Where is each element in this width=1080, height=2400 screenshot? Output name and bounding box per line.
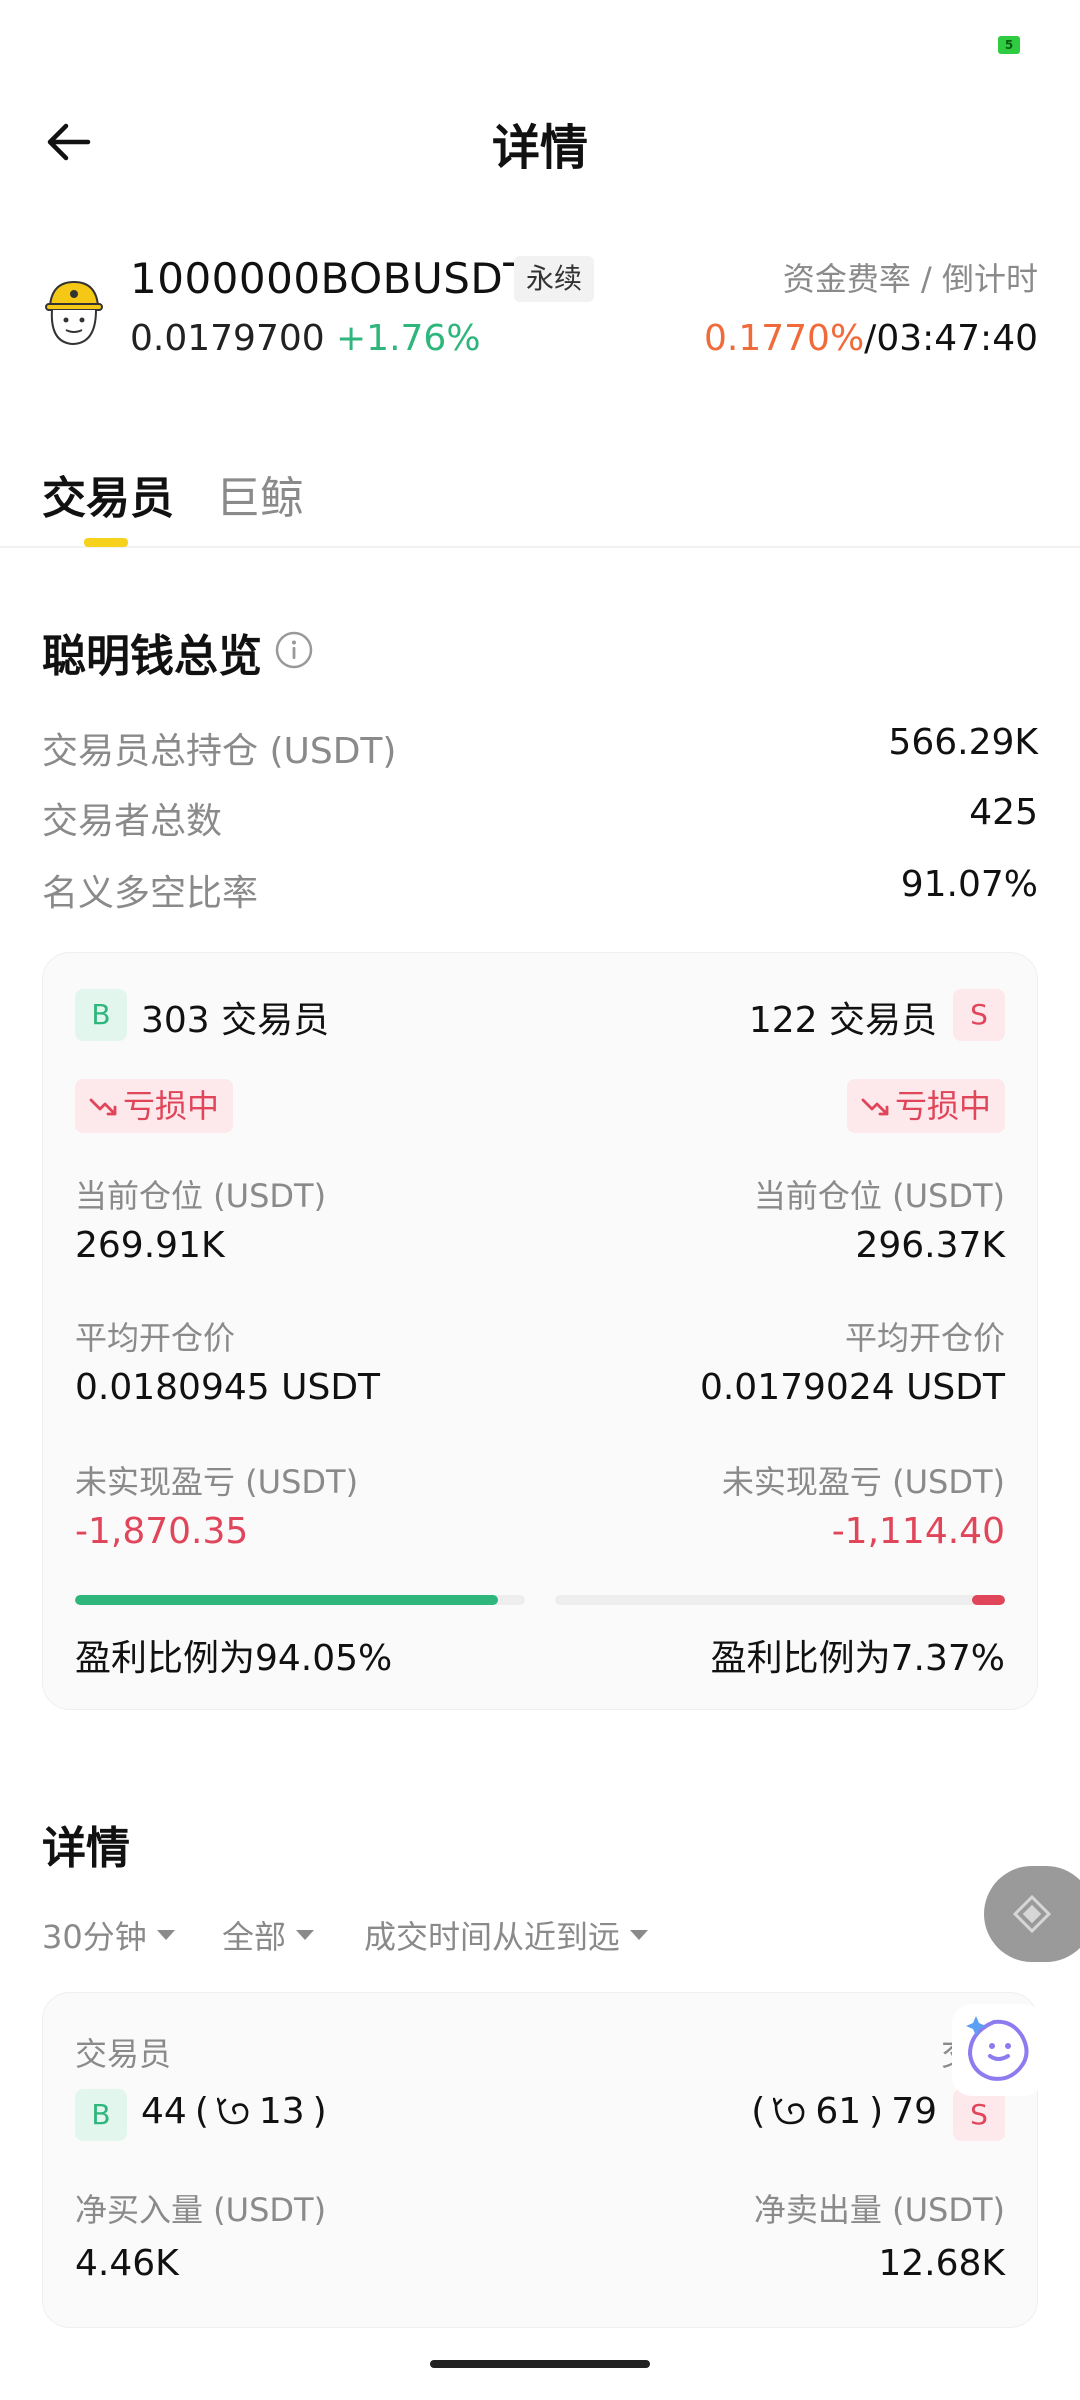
buy-badge: B bbox=[75, 989, 127, 1041]
filter-timeframe-label: 30分钟 bbox=[42, 1918, 147, 1956]
short-position-label: 当前仓位 (USDT) bbox=[753, 1177, 1005, 1215]
funding-countdown: 03:47:40 bbox=[876, 318, 1038, 359]
long-profit-bar-fill bbox=[75, 1595, 499, 1605]
buy-badge: B bbox=[75, 2089, 127, 2141]
battery-icon: 5 bbox=[998, 36, 1020, 54]
paren-open: ( bbox=[194, 2091, 209, 2132]
buy-whale-count: 13 bbox=[258, 2091, 305, 2132]
details-card[interactable]: 交易员 交易 B 44 ( 13 ) S ( 61 ) 79 净买入量 (USD… bbox=[42, 1992, 1038, 2328]
short-profit-bar-fill bbox=[971, 1595, 1005, 1605]
home-indicator bbox=[430, 2360, 650, 2368]
trader-count-value: 425 bbox=[969, 792, 1038, 833]
page-title: 详情 bbox=[491, 120, 588, 176]
filter-sort-label: 成交时间从近到远 bbox=[364, 1918, 621, 1956]
sell-whale-count: 61 bbox=[815, 2091, 862, 2132]
sell-trader-summary: ( 61 ) 79 bbox=[751, 2091, 937, 2132]
trend-down-icon bbox=[89, 1098, 117, 1116]
whale-icon bbox=[773, 2097, 805, 2124]
long-avg-price-value: 0.0180945 USDT bbox=[75, 1367, 381, 1408]
long-pnl-label: 未实现盈亏 (USDT) bbox=[75, 1463, 359, 1501]
traders-label-left: 交易员 bbox=[75, 2035, 172, 2073]
short-position-value: 296.37K bbox=[855, 1225, 1005, 1266]
short-trader-count: 122 交易员 bbox=[748, 1000, 937, 1041]
tab-traders[interactable]: 交易员 bbox=[42, 462, 174, 526]
chevron-down-icon bbox=[630, 1930, 649, 1940]
paren-close: ) bbox=[312, 2091, 327, 2132]
chevron-down-icon bbox=[156, 1930, 175, 1940]
buy-count: 44 bbox=[141, 2091, 187, 2132]
whale-icon bbox=[216, 2097, 249, 2124]
long-profit-bar bbox=[75, 1595, 525, 1605]
short-profit-bar bbox=[555, 1595, 1005, 1605]
long-position-label: 当前仓位 (USDT) bbox=[75, 1177, 327, 1215]
funding-separator: / bbox=[864, 318, 877, 359]
filter-timeframe[interactable]: 30分钟 bbox=[42, 1912, 175, 1958]
tab-active-indicator bbox=[84, 538, 128, 547]
trend-down-icon bbox=[861, 1098, 889, 1116]
token-avatar bbox=[42, 276, 106, 350]
net-buy-label: 净买入量 (USDT) bbox=[75, 2191, 327, 2229]
trader-count-label: 交易者总数 bbox=[42, 801, 223, 842]
filter-scope[interactable]: 全部 bbox=[222, 1912, 315, 1958]
tab-whales[interactable]: 巨鲸 bbox=[216, 462, 304, 526]
long-short-ratio-label: 名义多空比率 bbox=[42, 873, 259, 914]
funding-value: 0.1770%/03:47:40 bbox=[704, 318, 1038, 359]
sell-count: 79 bbox=[891, 2091, 937, 2132]
funding-rate: 0.1770% bbox=[704, 318, 865, 359]
short-status-text: 亏损中 bbox=[894, 1087, 991, 1125]
instrument-symbol: 1000000BOBUSDT bbox=[130, 254, 530, 303]
floating-exchange-button[interactable] bbox=[984, 1866, 1080, 1962]
long-short-card: B 303 交易员 亏损中 当前仓位 (USDT) 269.91K 平均开仓价 … bbox=[42, 952, 1038, 1710]
overview-title: 聪明钱总览 bbox=[42, 631, 262, 682]
short-profit-ratio: 盈利比例为7.37% bbox=[710, 1638, 1005, 1679]
buy-trader-summary: 44 ( 13 ) bbox=[141, 2091, 327, 2132]
net-sell-label: 净卖出量 (USDT) bbox=[753, 2191, 1005, 2229]
long-status-text: 亏损中 bbox=[123, 1087, 220, 1125]
contract-type-badge: 永续 bbox=[514, 256, 595, 302]
details-title: 详情 bbox=[42, 1823, 130, 1874]
short-pnl-label: 未实现盈亏 (USDT) bbox=[721, 1463, 1005, 1501]
long-short-ratio-value: 91.07% bbox=[900, 864, 1038, 905]
long-avg-price-label: 平均开仓价 bbox=[75, 1319, 236, 1357]
ai-assistant-button[interactable] bbox=[950, 2002, 1046, 2098]
long-pnl-value: -1,870.35 bbox=[75, 1511, 249, 1552]
long-profit-ratio: 盈利比例为94.05% bbox=[75, 1638, 393, 1679]
sell-badge: S bbox=[953, 989, 1005, 1041]
net-sell-value: 12.68K bbox=[878, 2243, 1005, 2284]
net-buy-value: 4.46K bbox=[75, 2243, 179, 2284]
chevron-down-icon bbox=[296, 1930, 315, 1940]
long-status-badge: 亏损中 bbox=[75, 1079, 234, 1133]
total-position-value: 566.29K bbox=[888, 722, 1038, 763]
funding-label: 资金费率 / 倒计时 bbox=[782, 260, 1038, 298]
tab-divider bbox=[0, 546, 1080, 548]
filter-sort[interactable]: 成交时间从近到远 bbox=[364, 1912, 649, 1958]
last-price: 0.0179700 bbox=[130, 318, 325, 359]
short-status-badge: 亏损中 bbox=[846, 1079, 1005, 1133]
short-pnl-value: -1,114.40 bbox=[831, 1511, 1005, 1552]
short-avg-price-value: 0.0179024 USDT bbox=[699, 1367, 1005, 1408]
price-change: +1.76% bbox=[336, 318, 481, 359]
long-trader-count: 303 交易员 bbox=[141, 1000, 330, 1041]
total-position-label: 交易员总持仓 (USDT) bbox=[42, 731, 397, 772]
short-avg-price-label: 平均开仓价 bbox=[844, 1319, 1005, 1357]
long-position-value: 269.91K bbox=[75, 1225, 225, 1266]
paren-open: ( bbox=[751, 2091, 766, 2132]
filter-scope-label: 全部 bbox=[222, 1918, 287, 1956]
info-icon[interactable] bbox=[274, 630, 314, 670]
paren-close: ) bbox=[869, 2091, 884, 2132]
